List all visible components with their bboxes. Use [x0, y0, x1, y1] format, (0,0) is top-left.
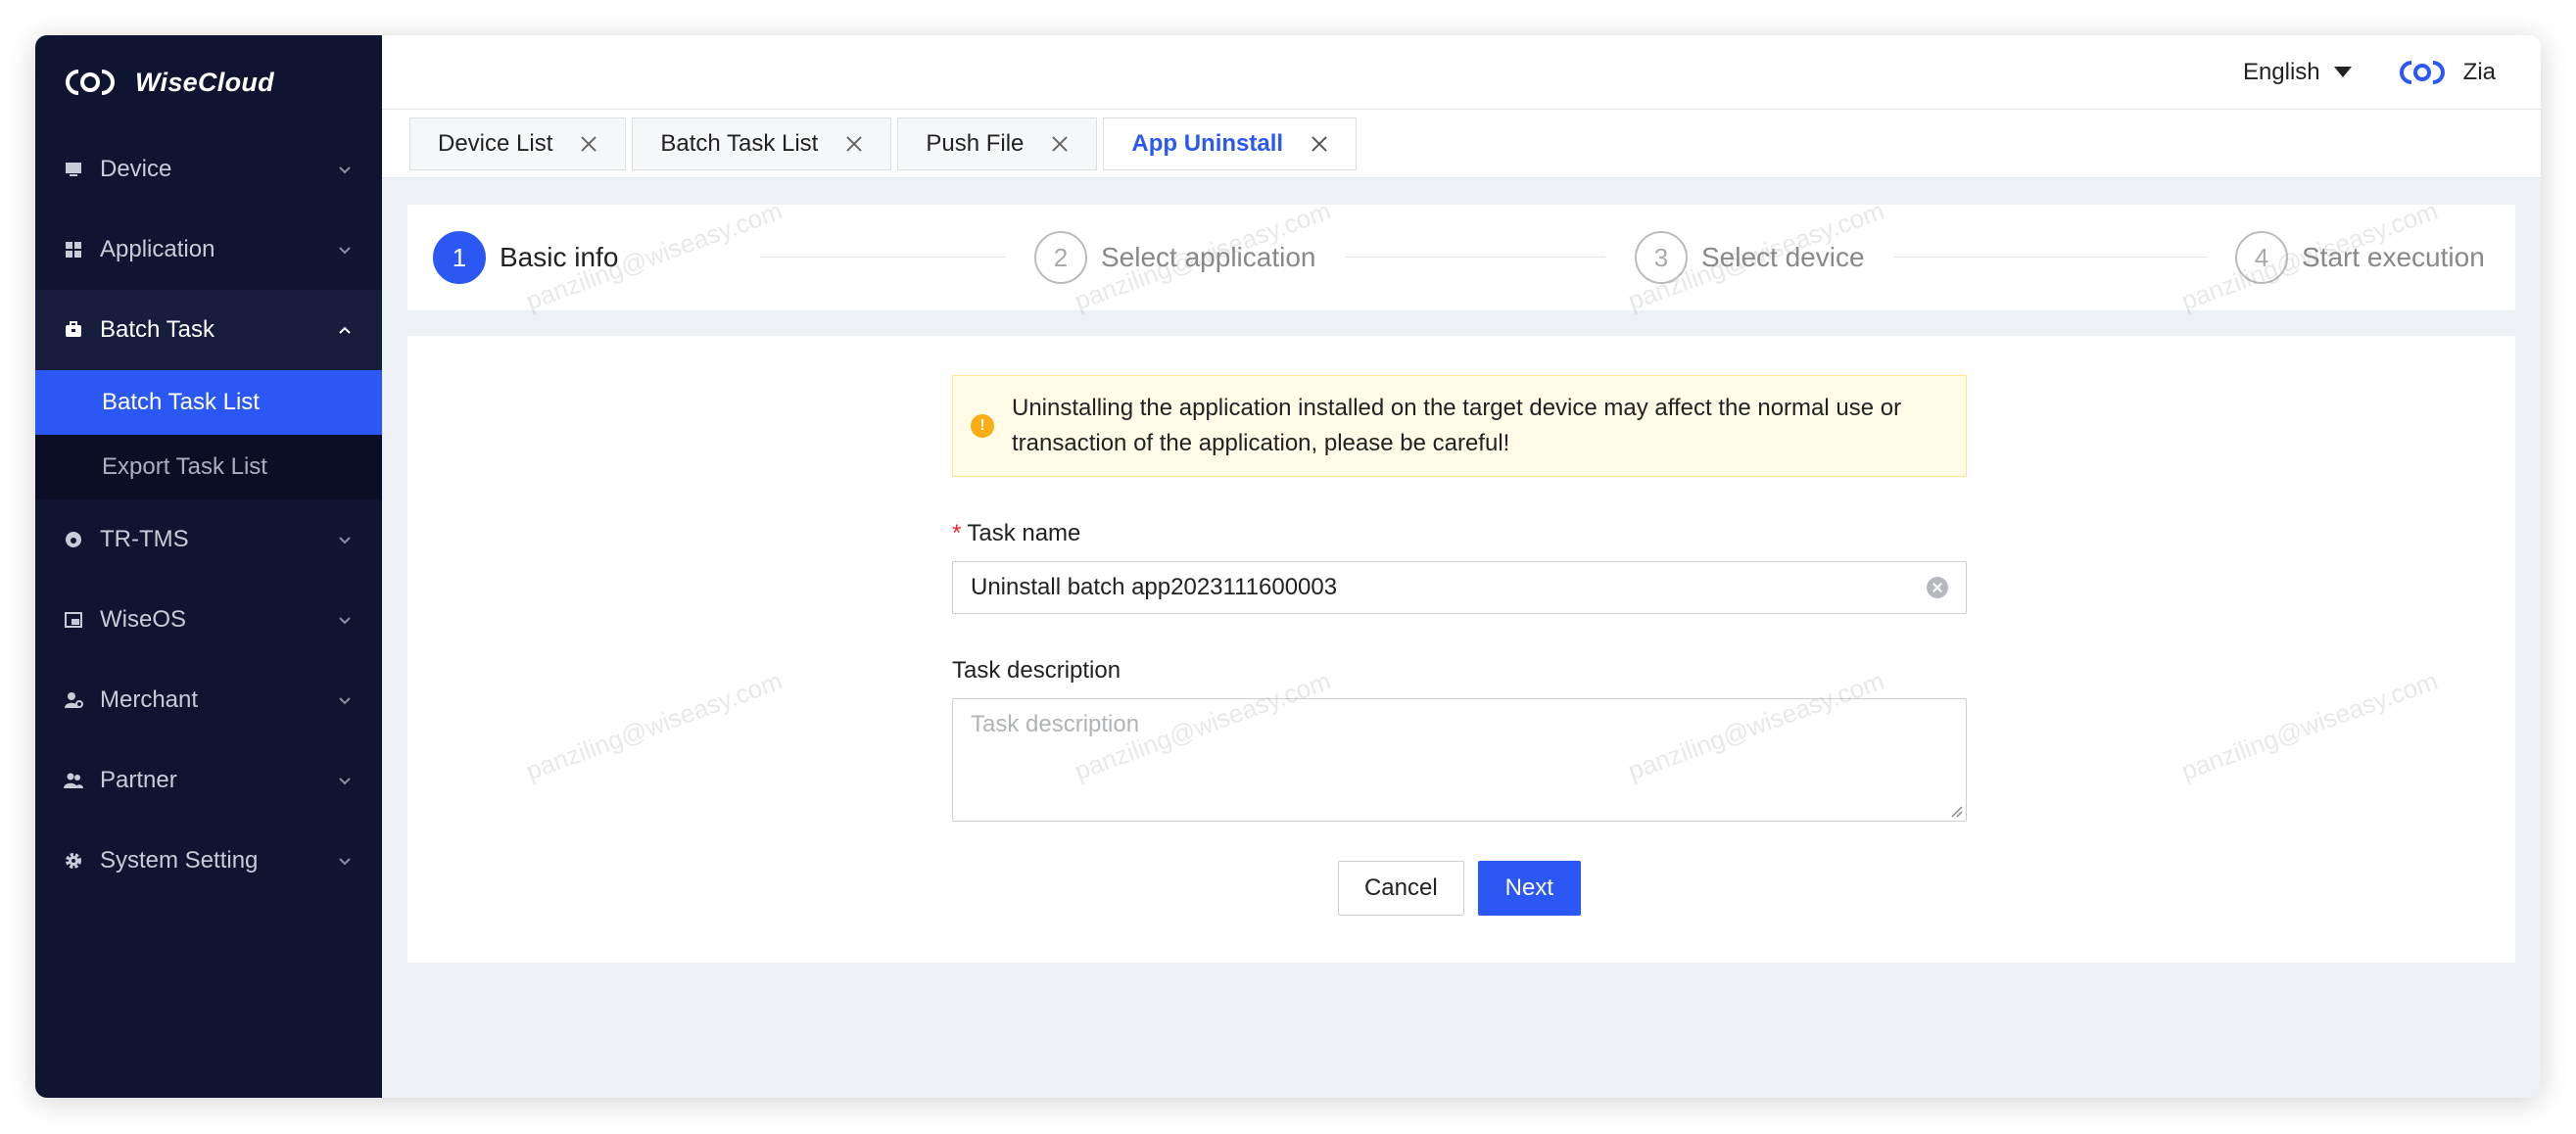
- chevron-down-icon: [337, 853, 353, 869]
- gear-icon: [63, 850, 84, 872]
- sidebar-item-label: WiseOS: [100, 606, 337, 634]
- partner-icon: [63, 770, 84, 791]
- form-panel: ! Uninstalling the application installed…: [407, 336, 2515, 963]
- page-content: 1 Basic info 2 Select application 3 Sele…: [382, 179, 2541, 1098]
- sidebar-item-system-setting[interactable]: System Setting: [35, 821, 382, 901]
- step-label: Start execution: [2302, 242, 2485, 273]
- task-icon: [63, 319, 84, 341]
- sidebar-item-label: Merchant: [100, 686, 337, 714]
- app-window: WiseCloud Device Application Batch Task …: [35, 35, 2541, 1098]
- sidebar-item-partner[interactable]: Partner: [35, 740, 382, 821]
- step-number: 2: [1034, 231, 1087, 284]
- sidebar-item-label: System Setting: [100, 847, 337, 874]
- task-name-label: *Task name: [952, 520, 1967, 547]
- language-label: English: [2243, 59, 2320, 86]
- warning-alert: ! Uninstalling the application installed…: [952, 375, 1967, 477]
- step-connector: [760, 257, 1005, 258]
- brand-name: WiseCloud: [135, 68, 274, 98]
- warning-icon: !: [971, 414, 994, 438]
- tab-push-file[interactable]: Push File: [897, 118, 1097, 170]
- user-name: Zia: [2463, 59, 2496, 86]
- sidebar-item-batch-task-list[interactable]: Batch Task List: [35, 370, 382, 435]
- language-selector[interactable]: English: [2243, 59, 2352, 86]
- next-button[interactable]: Next: [1478, 861, 1581, 916]
- task-form: ! Uninstalling the application installed…: [952, 375, 1967, 916]
- sidebar-item-batch-task[interactable]: Batch Task: [35, 290, 382, 370]
- close-icon[interactable]: [1051, 135, 1069, 153]
- tab-batch-task-list[interactable]: Batch Task List: [632, 118, 891, 170]
- tab-app-uninstall[interactable]: App Uninstall: [1103, 118, 1357, 170]
- gauge-icon: [63, 529, 84, 550]
- clear-icon[interactable]: [1927, 577, 1948, 598]
- sidebar: WiseCloud Device Application Batch Task …: [35, 35, 382, 1098]
- merchant-icon: [63, 689, 84, 711]
- step-select-device: 3 Select device: [1635, 205, 1865, 310]
- task-name-input[interactable]: Uninstall batch app2023111600003: [952, 561, 1967, 614]
- tab-label: App Uninstall: [1131, 130, 1283, 158]
- step-number: 1: [433, 231, 486, 284]
- caret-down-icon: [2334, 67, 2352, 77]
- task-description-input[interactable]: Task description: [952, 698, 1967, 822]
- sidebar-item-label: Application: [100, 236, 337, 263]
- wisecloud-logo-icon: [65, 68, 116, 97]
- top-bar: English Zia: [382, 35, 2541, 110]
- sidebar-item-merchant[interactable]: Merchant: [35, 660, 382, 740]
- tab-label: Device List: [438, 130, 552, 158]
- task-name-label-text: Task name: [967, 520, 1080, 546]
- form-actions: Cancel Next: [952, 861, 1967, 916]
- step-connector: [1894, 257, 2208, 258]
- task-description-label: Task description: [952, 657, 1967, 685]
- cancel-button[interactable]: Cancel: [1338, 861, 1464, 916]
- close-icon[interactable]: [845, 135, 863, 153]
- tab-bar: Device List Batch Task List Push File Ap…: [382, 110, 2541, 178]
- chevron-down-icon: [337, 692, 353, 708]
- chevron-down-icon: [337, 612, 353, 628]
- user-menu[interactable]: Zia: [2399, 59, 2496, 86]
- chevron-up-icon: [337, 322, 353, 338]
- chevron-down-icon: [337, 532, 353, 547]
- chevron-down-icon: [337, 162, 353, 177]
- close-icon[interactable]: [580, 135, 597, 153]
- task-name-value: Uninstall batch app2023111600003: [971, 574, 1927, 601]
- step-label: Basic info: [500, 242, 618, 273]
- step-number: 3: [1635, 231, 1688, 284]
- task-description-placeholder: Task description: [971, 711, 1139, 737]
- avatar: [2399, 59, 2446, 86]
- device-icon: [63, 159, 84, 180]
- tab-label: Batch Task List: [660, 130, 818, 158]
- batch-task-submenu: Batch Task List Export Task List: [35, 370, 382, 499]
- sidebar-item-device[interactable]: Device: [35, 129, 382, 210]
- step-select-application: 2 Select application: [1034, 205, 1315, 310]
- required-marker: *: [952, 520, 961, 546]
- steps-bar: 1 Basic info 2 Select application 3 Sele…: [407, 205, 2515, 310]
- step-start-execution: 4 Start execution: [2235, 205, 2485, 310]
- sidebar-item-label: TR-TMS: [100, 526, 337, 553]
- step-label: Select application: [1101, 242, 1315, 273]
- logo[interactable]: WiseCloud: [35, 35, 382, 129]
- sidebar-item-export-task-list[interactable]: Export Task List: [35, 435, 382, 499]
- sidebar-item-wiseos[interactable]: WiseOS: [35, 580, 382, 660]
- alert-message: Uninstalling the application installed o…: [1012, 391, 1948, 461]
- sidebar-item-label: Partner: [100, 767, 337, 794]
- step-connector: [1346, 257, 1605, 258]
- os-icon: [63, 609, 84, 631]
- sidebar-item-label: Device: [100, 156, 337, 183]
- step-number: 4: [2235, 231, 2288, 284]
- sidebar-item-application[interactable]: Application: [35, 210, 382, 290]
- tab-label: Push File: [926, 130, 1024, 158]
- tab-device-list[interactable]: Device List: [409, 118, 626, 170]
- chevron-down-icon: [337, 242, 353, 258]
- grid-icon: [63, 239, 84, 260]
- step-basic-info: 1 Basic info: [433, 205, 618, 310]
- sidebar-item-tr-tms[interactable]: TR-TMS: [35, 499, 382, 580]
- resize-grip-icon[interactable]: [1949, 804, 1963, 818]
- main-area: English Zia Device List Batch Task List: [382, 35, 2541, 1098]
- chevron-down-icon: [337, 773, 353, 788]
- close-icon[interactable]: [1311, 135, 1328, 153]
- sidebar-item-label: Batch Task: [100, 316, 337, 344]
- step-label: Select device: [1701, 242, 1865, 273]
